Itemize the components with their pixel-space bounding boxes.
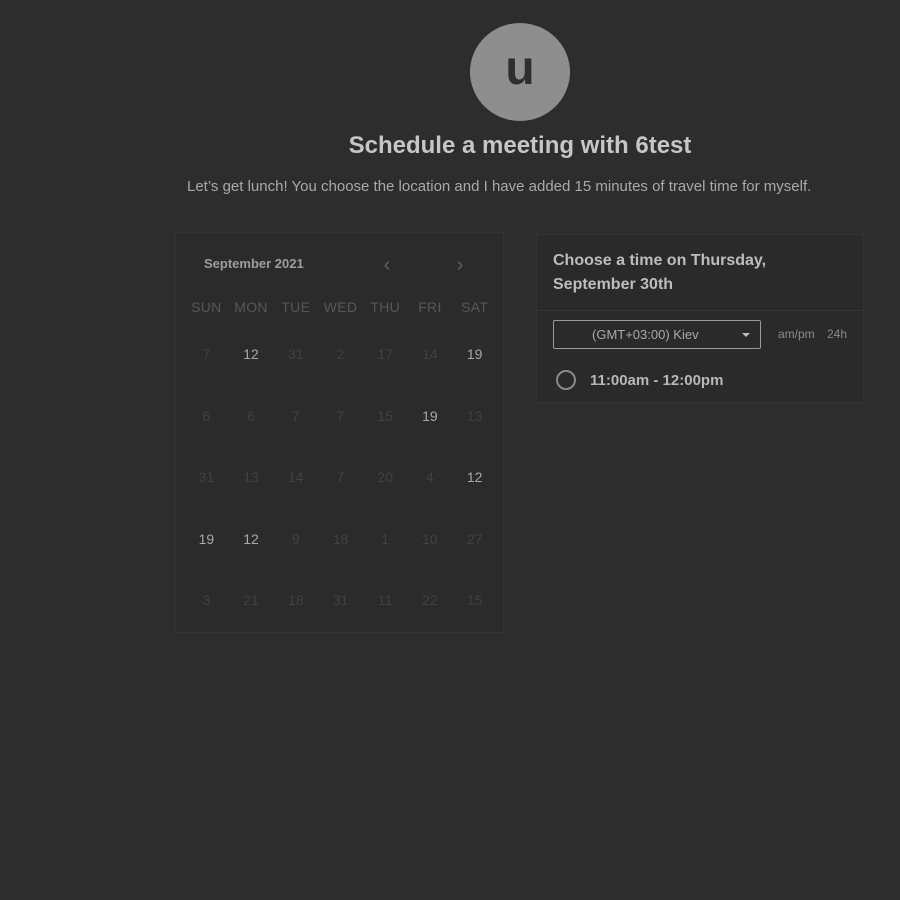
caret-down-icon [742,333,750,337]
calendar-week-row: 6 6 7 7 15 19 13 [184,400,497,462]
calendar-day-available[interactable]: 12 [229,338,274,370]
calendar-day: 2 [336,346,345,362]
calendar-day: 18 [332,530,349,547]
calendar-day: 7 [291,407,300,424]
weekday-label: WED [323,299,358,315]
calendar-day: 31 [332,592,349,608]
calendar-day: 6 [202,407,211,424]
weekday-label: SUN [191,299,222,315]
calendar-day: 13 [243,469,259,485]
calendar-day: 31 [198,469,215,485]
time-slot-option[interactable]: 11:00am - 12:00pm [556,368,723,392]
calendar-day: 13 [466,407,483,424]
calendar-day: 1 [381,530,390,547]
calendar-day: 9 [291,530,300,547]
host-avatar: u [470,23,570,121]
calendar-day: 7 [336,469,345,485]
calendar-day: 7 [202,346,211,362]
time-panel-heading: Choose a time on Thursday, September 30t… [553,252,767,293]
calendar-week-row: 7 12 31 2 17 14 19 [184,338,497,400]
format-ampm-toggle[interactable]: am/pm [778,327,815,341]
calendar-day: 22 [422,592,438,608]
calendar-day: 15 [377,407,393,424]
chevron-right-icon[interactable]: › [448,253,472,277]
calendar-month-label: September 2021 [204,256,304,271]
weekday-label: TUE [281,299,311,315]
calendar-day: 15 [466,592,483,608]
calendar-day: 11 [377,592,393,608]
calendar-day-available[interactable]: 12 [229,523,274,555]
chevron-left-icon[interactable]: ‹ [375,253,399,277]
timezone-value: (GMT+03:00) Kiev [592,327,699,342]
calendar-day: 14 [422,346,438,362]
calendar-weekday-row: SUN MON TUE WED THU FRI SAT [184,299,497,315]
weekday-label: MON [234,299,268,315]
calendar-day-available[interactable]: 12 [452,461,497,493]
weekday-label: FRI [418,299,442,315]
scheduling-page: u Schedule a meeting with 6test Let’s ge… [0,0,900,900]
calendar-day: 7 [336,407,345,424]
time-slot-label: 11:00am - 12:00pm [590,371,724,389]
calendar-day: 17 [377,346,393,362]
calendar-day: 10 [422,530,438,547]
calendar-day: 6 [247,407,255,424]
weekday-label: SAT [461,299,489,315]
format-24h-toggle[interactable]: 24h [827,327,847,341]
calendar-day-available[interactable]: 19 [184,523,229,555]
calendar-day: 14 [287,469,304,485]
calendar: September 2021 ‹ › SUN MON TUE WED THU FRI SAT… [175,232,504,633]
radio-icon[interactable] [556,370,576,390]
calendar-day: 31 [287,346,304,362]
calendar-day: 4 [426,469,434,485]
calendar-week-row: 19 12 9 18 1 10 27 [184,523,497,585]
calendar-day: 20 [377,469,393,485]
calendar-week-row: 31 13 14 7 20 4 12 [184,461,497,523]
timezone-select[interactable]: (GMT+03:00) Kiev [553,320,761,349]
calendar-day: 18 [287,592,304,608]
calendar-day: 21 [243,592,259,608]
event-description: Let’s get lunch! You choose the location… [187,178,812,195]
calendar-day-available[interactable]: 19 [408,400,453,432]
calendar-day: 27 [466,530,483,547]
calendar-day-available[interactable]: 19 [452,338,497,370]
calendar-week-row: 3 21 18 31 11 22 15 [184,584,497,646]
calendar-day: 3 [202,592,211,608]
calendar-days-grid: 7 12 31 2 17 14 19 6 6 7 7 15 19 13 31 13 14 7 20 4 12 19 12 9 1… [184,338,497,646]
time-selection-panel: Choose a time on Thursday, September 30t… [536,234,864,403]
weekday-label: THU [370,299,401,315]
time-panel-header: Choose a time on Thursday, September 30t… [537,235,863,311]
page-title: Schedule a meeting with 6test [348,132,692,159]
